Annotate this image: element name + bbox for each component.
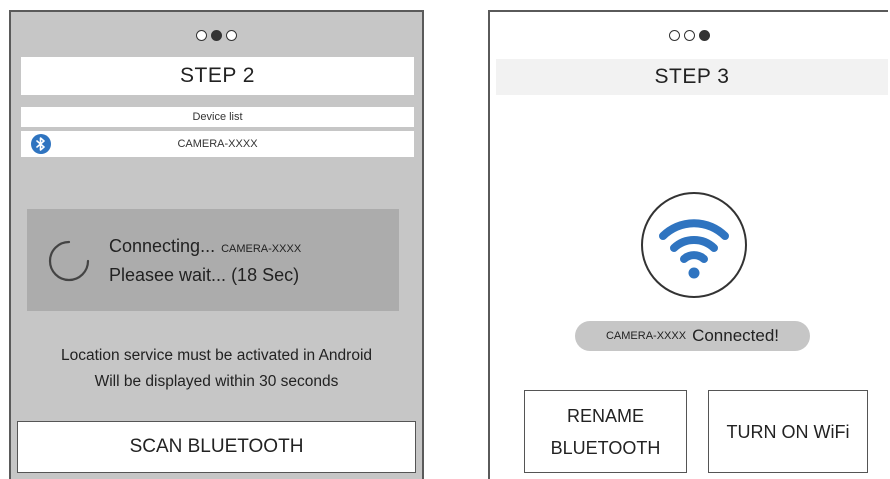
wait-countdown: Pleasee wait... (18 Sec): [109, 265, 300, 285]
device-list-header: Device list: [21, 107, 414, 127]
loading-spinner-icon: [48, 240, 90, 282]
rename-button-line2: BLUETOOTH: [550, 437, 661, 458]
connecting-status: Connecting... CAMERA-XXXX: [109, 236, 301, 257]
connecting-device-name: CAMERA-XXXX: [221, 243, 302, 255]
connecting-label: Connecting...: [109, 236, 216, 256]
page-dot: [196, 30, 207, 41]
step3-screen: STEP 3 CAMERA-XXXX Connected! RENAME BLUE…: [488, 10, 888, 479]
page-indicator: [11, 30, 422, 44]
device-name: CAMERA-XXXX: [177, 138, 258, 150]
connected-status-badge: CAMERA-XXXX Connected!: [575, 321, 810, 351]
page-dot: [668, 30, 680, 41]
step3-title: STEP 3: [496, 59, 888, 95]
step2-title: STEP 2: [21, 57, 414, 95]
rename-button-line1: RENAME: [566, 405, 644, 426]
page-dot-active: [698, 30, 710, 41]
rename-bluetooth-button[interactable]: RENAME BLUETOOTH: [524, 390, 687, 473]
wifi-icon: [659, 219, 729, 279]
page-dot: [683, 30, 695, 41]
connected-label: Connected!: [692, 326, 780, 345]
display-notice: Will be displayed within 30 seconds: [94, 373, 339, 390]
page-indicator: [490, 30, 888, 44]
wifi-status-circle: [641, 192, 747, 298]
step2-screen: STEP 2 Device list CAMERA-XXXX Connectin…: [9, 10, 424, 479]
page-dot-active: [211, 30, 222, 41]
scan-bluetooth-button[interactable]: SCAN BLUETOOTH: [17, 421, 416, 473]
bluetooth-icon: [31, 134, 51, 154]
location-notice: Location service must be activated in An…: [60, 347, 373, 364]
connected-device-name: CAMERA-XXXX: [605, 330, 687, 342]
turn-on-wifi-button[interactable]: TURN ON WiFi: [708, 390, 868, 473]
device-list-item[interactable]: CAMERA-XXXX: [21, 131, 414, 157]
page-dot: [226, 30, 237, 41]
connecting-dialog: Connecting... CAMERA-XXXX Pleasee wait...…: [27, 209, 399, 311]
